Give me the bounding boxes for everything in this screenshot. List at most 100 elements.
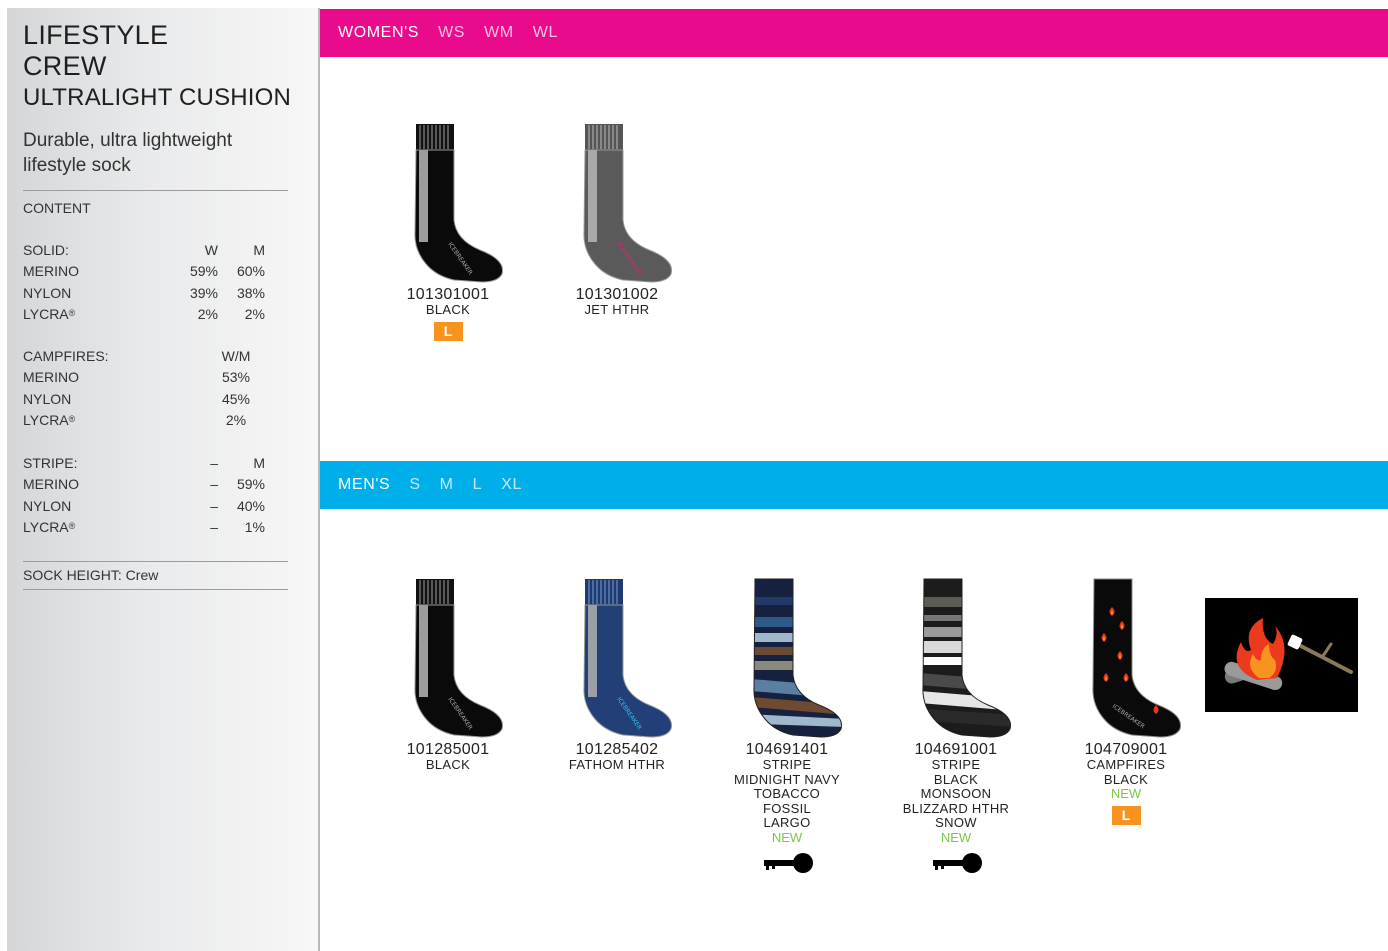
size-l-badge: L bbox=[1111, 805, 1141, 825]
size-xl: XL bbox=[501, 476, 522, 493]
fiber-percent: 2% bbox=[197, 305, 218, 322]
fiber-percent: 38% bbox=[236, 284, 265, 301]
group-label: SOLID: bbox=[23, 242, 69, 258]
group-label: CAMPFIRES: bbox=[23, 348, 109, 364]
product-color: BLIZZARD HTHR bbox=[902, 800, 1010, 816]
column-header: M bbox=[253, 455, 265, 471]
size-wl: WL bbox=[532, 24, 558, 41]
product-color: BLACK bbox=[425, 757, 471, 772]
fiber-name: NYLON bbox=[23, 497, 72, 514]
fiber-percent: 59% bbox=[189, 263, 218, 280]
fiber-percent: 2% bbox=[225, 411, 247, 428]
sock-image: ICEBREAKER bbox=[583, 124, 673, 283]
product-color: BLACK bbox=[1103, 771, 1149, 787]
fiber-percent: 40% bbox=[236, 497, 265, 514]
fiber-name: NYLON bbox=[23, 284, 72, 301]
product-sku: 104691401 bbox=[745, 741, 829, 758]
product-sku: 101301002 bbox=[575, 286, 659, 303]
sock-image: ICEBREAKER bbox=[1092, 578, 1182, 738]
product-card[interactable]: ICEBREAKER 104709001 CAMPFIRES BLACK NEW… bbox=[1046, 577, 1206, 825]
womens-banner: WOMEN'S WS WM WL bbox=[320, 9, 1388, 57]
fiber-name: LYCRA® bbox=[23, 305, 76, 322]
fiber-percent: 39% bbox=[189, 284, 218, 301]
fiber-percent: – bbox=[210, 476, 218, 493]
product-card[interactable]: ICEBREAKER 101301001 BLACK L bbox=[368, 122, 528, 341]
fiber-percent: – bbox=[210, 518, 218, 535]
campfires-content-table: CAMPFIRES: W/M MERINO 53% NYLON 45% LYCRA® 2… bbox=[23, 346, 273, 431]
size-l: L bbox=[472, 476, 483, 493]
product-color: FOSSIL bbox=[762, 800, 812, 816]
size-m: M bbox=[439, 476, 454, 493]
column-header: W bbox=[204, 242, 218, 258]
fiber-percent: 1% bbox=[244, 518, 265, 535]
product-color: MONSOON bbox=[920, 786, 992, 802]
product-color: BLACK bbox=[425, 302, 471, 317]
product-color: SNOW bbox=[935, 815, 977, 831]
new-label: NEW bbox=[940, 829, 972, 845]
product-color: STRIPE bbox=[762, 757, 812, 772]
fiber-percent: 60% bbox=[236, 263, 265, 280]
content-heading: CONTENT bbox=[23, 200, 91, 216]
title-line-2: CREW bbox=[23, 51, 107, 81]
fiber-percent: 59% bbox=[236, 476, 265, 493]
sidebar: LIFESTYLE CREW ULTRALIGHT CUSHION Durabl… bbox=[7, 8, 318, 951]
key-icon bbox=[764, 852, 813, 873]
new-label: NEW bbox=[1110, 786, 1142, 802]
product-description: Durable, ultra lightweight lifestyle soc… bbox=[23, 130, 233, 176]
solid-content-table: SOLID: W M MERINO 59% 60% NYLON 39% 38% LYCRA®… bbox=[23, 240, 273, 325]
fiber-name: MERINO bbox=[23, 263, 79, 280]
divider-line bbox=[23, 561, 288, 562]
sock-image bbox=[753, 578, 843, 738]
campfire-pattern-swatch bbox=[1205, 598, 1358, 712]
divider-line bbox=[23, 589, 288, 590]
product-sku: 101285001 bbox=[406, 741, 490, 758]
divider-line bbox=[23, 190, 288, 191]
product-color: FATHOM HTHR bbox=[568, 757, 666, 772]
column-header: W/M bbox=[221, 348, 251, 364]
fiber-name: MERINO bbox=[23, 369, 79, 386]
womens-label: WOMEN'S bbox=[338, 24, 420, 41]
fiber-name: LYCRA® bbox=[23, 411, 76, 428]
fiber-percent: 2% bbox=[244, 305, 265, 322]
product-card[interactable]: ICEBREAKER 101301002 JET HTHR bbox=[537, 122, 697, 318]
title-line-1: LIFESTYLE bbox=[23, 20, 169, 50]
product-sku: 101301001 bbox=[406, 286, 490, 303]
size-wm: WM bbox=[484, 24, 514, 41]
product-color: TOBACCO bbox=[753, 786, 821, 802]
product-title: LIFESTYLE CREW bbox=[23, 20, 168, 82]
group-label: STRIPE: bbox=[23, 455, 78, 471]
fiber-name: MERINO bbox=[23, 476, 79, 493]
column-header: – bbox=[210, 455, 218, 471]
size-l-badge: L bbox=[433, 321, 463, 341]
key-icon bbox=[933, 852, 982, 873]
mens-label: MEN'S bbox=[338, 476, 391, 493]
product-color: MIDNIGHT NAVY bbox=[734, 771, 840, 787]
sock-image: ICEBREAKER bbox=[583, 579, 673, 738]
fiber-name: NYLON bbox=[23, 390, 72, 407]
fiber-name: LYCRA® bbox=[23, 518, 76, 535]
product-sku: 104709001 bbox=[1084, 741, 1168, 758]
sock-image: ICEBREAKER bbox=[414, 579, 504, 738]
product-card[interactable]: ICEBREAKER 101285001 BLACK bbox=[368, 577, 528, 773]
product-card[interactable]: 104691001 STRIPE BLACK MONSOON BLIZZARD … bbox=[876, 577, 1036, 874]
new-label: NEW bbox=[771, 829, 803, 845]
size-s: S bbox=[409, 476, 421, 493]
sock-height: SOCK HEIGHT: Crew bbox=[23, 567, 159, 583]
top-margin bbox=[0, 0, 1388, 8]
product-color: BLACK bbox=[933, 771, 979, 787]
size-ws: WS bbox=[438, 24, 466, 41]
sock-image bbox=[922, 578, 1012, 738]
fiber-percent: 53% bbox=[221, 369, 251, 386]
product-card[interactable]: 104691401 STRIPE MIDNIGHT NAVY TOBACCO F… bbox=[707, 577, 867, 874]
fiber-percent: – bbox=[210, 497, 218, 514]
product-color: STRIPE bbox=[931, 757, 981, 772]
stripe-content-table: STRIPE: – M MERINO – 59% NYLON – 40% LYCRA® – 1% bbox=[23, 453, 273, 538]
product-card[interactable]: ICEBREAKER 101285402 FATHOM HTHR bbox=[537, 577, 697, 773]
sock-image: ICEBREAKER bbox=[414, 124, 504, 283]
product-sku: 101285402 bbox=[575, 741, 659, 758]
product-color: CAMPFIRES bbox=[1086, 757, 1166, 772]
product-sku: 104691001 bbox=[914, 741, 998, 758]
product-subtitle: ULTRALIGHT CUSHION bbox=[23, 84, 292, 111]
fiber-percent: 45% bbox=[221, 390, 251, 407]
mens-banner: MEN'S S M L XL bbox=[320, 461, 1388, 509]
